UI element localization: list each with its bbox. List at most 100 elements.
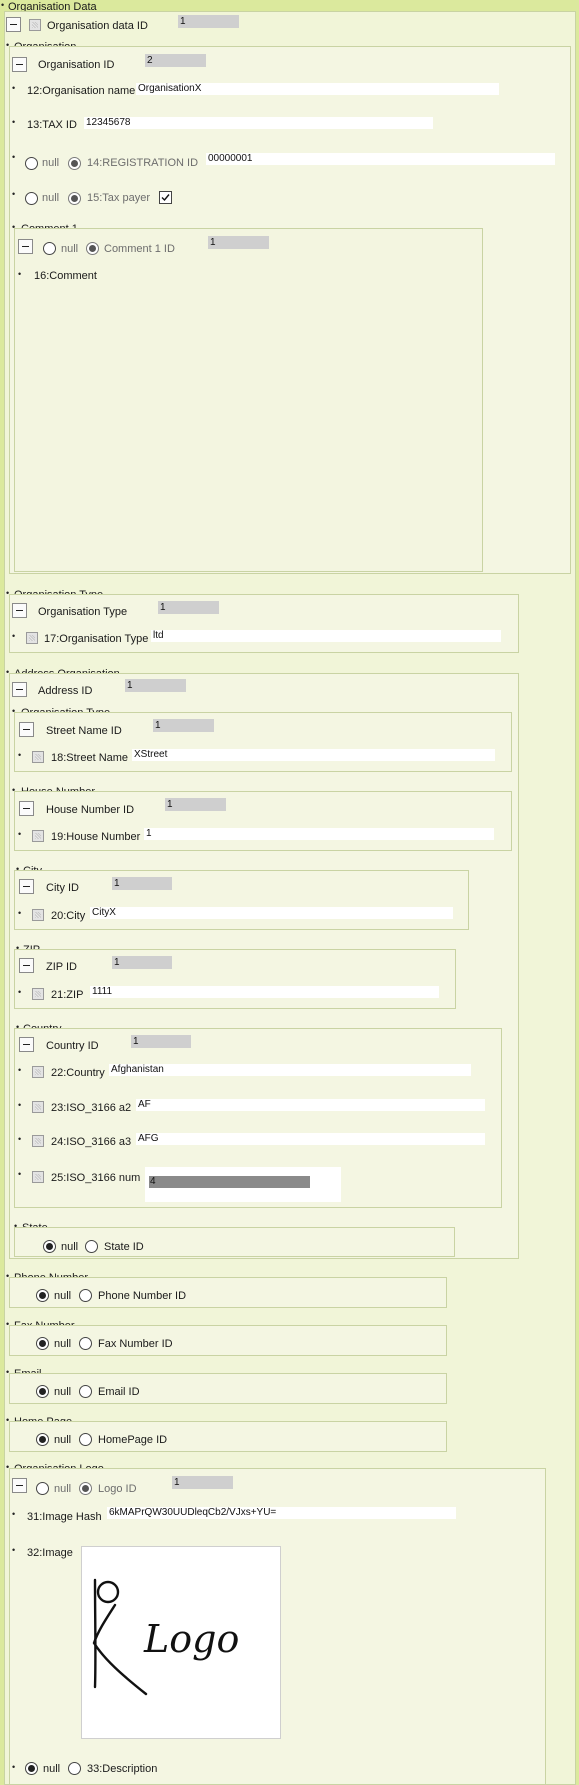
house-id-field[interactable]: 1	[165, 798, 226, 811]
street-id-field[interactable]: 1	[153, 719, 214, 732]
tax-id-field[interactable]: 12345678	[84, 117, 433, 129]
phone-id-radio[interactable]	[79, 1289, 92, 1302]
logo-id-field[interactable]: 1	[172, 1476, 233, 1489]
root-id-label: Organisation data ID	[47, 20, 148, 32]
org-type-id-field[interactable]: 1	[158, 601, 219, 614]
homepage-id-radio[interactable]	[79, 1433, 92, 1446]
state-null-label: null	[61, 1241, 79, 1253]
image-hash-field[interactable]: 6kMAPrQW30UUDleqCb2/VJxs+YU=	[107, 1507, 456, 1519]
bullet: •	[18, 1065, 22, 1075]
city-id-field[interactable]: 1	[112, 877, 172, 890]
house-number-field[interactable]: 1	[144, 828, 494, 840]
iso-a2-field[interactable]: AF	[136, 1099, 485, 1111]
email-null-label: null	[54, 1386, 72, 1398]
logo-id-radio[interactable]	[79, 1482, 92, 1495]
comment-id-radio[interactable]	[86, 242, 99, 255]
state-null-radio[interactable]	[43, 1240, 56, 1253]
logo-text: Logo	[143, 1617, 239, 1661]
phone-null-label: null	[54, 1290, 72, 1302]
zip-id-field[interactable]: 1	[112, 956, 172, 969]
collapse-logo-button[interactable]	[12, 1478, 27, 1493]
homepage-id-label: HomePage ID	[98, 1434, 168, 1446]
iso-a3-field[interactable]: AFG	[136, 1133, 485, 1145]
collapse-city-button[interactable]	[19, 879, 34, 894]
iso-num-field[interactable]: 4	[149, 1176, 310, 1188]
country-name-field[interactable]: Afghanistan	[109, 1064, 471, 1076]
collapse-house-button[interactable]	[19, 801, 34, 816]
comment-text-label: 16:Comment	[34, 270, 97, 282]
bullet: •	[18, 269, 22, 279]
logo-image[interactable]: Logo	[81, 1546, 281, 1739]
street-name-field[interactable]: XStreet	[132, 749, 495, 761]
collapse-org-type-button[interactable]	[12, 603, 27, 618]
address-id-label: Address ID	[38, 685, 93, 697]
image-hash-label: 31:Image Hash	[27, 1511, 102, 1523]
logo-id-label: Logo ID	[98, 1483, 137, 1495]
taxpayer-null-label: null	[42, 192, 60, 204]
desc-radio[interactable]	[68, 1762, 81, 1775]
reg-id-field[interactable]: 00000001	[206, 153, 555, 165]
taxpayer-value-radio[interactable]	[68, 192, 81, 205]
comment-id-field[interactable]: 1	[208, 236, 269, 249]
collapse-country-button[interactable]	[19, 1037, 34, 1052]
collapse-street-button[interactable]	[19, 722, 34, 737]
collapse-address-button[interactable]	[12, 682, 27, 697]
null-checkbox-icon	[32, 1066, 44, 1078]
bullet: •	[12, 1545, 16, 1555]
fax-id-radio[interactable]	[79, 1337, 92, 1350]
comment-id-label: Comment 1 ID	[104, 243, 175, 255]
taxpayer-checkbox[interactable]	[159, 191, 172, 204]
email-id-label: Email ID	[98, 1386, 140, 1398]
desc-label: 33:Description	[87, 1763, 158, 1775]
fax-null-radio[interactable]	[36, 1337, 49, 1350]
homepage-group	[9, 1421, 447, 1452]
reg-null-radio[interactable]	[25, 157, 38, 170]
zip-code-label: 21:ZIP	[51, 989, 84, 1001]
organisation-id-field[interactable]: 2	[145, 54, 206, 67]
bullet: •	[12, 152, 16, 162]
city-name-field[interactable]: CityX	[90, 907, 453, 919]
null-checkbox-icon	[32, 1171, 44, 1183]
null-checkbox-icon	[32, 909, 44, 921]
collapse-root-button[interactable]	[6, 17, 21, 32]
email-group	[9, 1373, 447, 1404]
desc-null-radio[interactable]	[25, 1762, 38, 1775]
state-id-radio[interactable]	[85, 1240, 98, 1253]
fax-null-label: null	[54, 1338, 72, 1350]
homepage-null-radio[interactable]	[36, 1433, 49, 1446]
email-id-radio[interactable]	[79, 1385, 92, 1398]
bullet: •	[12, 631, 16, 641]
country-id-field[interactable]: 1	[131, 1035, 191, 1048]
logo-null-radio[interactable]	[36, 1482, 49, 1495]
street-id-label: Street Name ID	[46, 725, 122, 737]
house-number-label: 19:House Number	[51, 831, 141, 843]
collapse-organisation-button[interactable]	[12, 57, 27, 72]
collapse-zip-button[interactable]	[19, 958, 34, 973]
email-null-radio[interactable]	[36, 1385, 49, 1398]
taxpayer-null-radio[interactable]	[25, 192, 38, 205]
bullet: •	[18, 987, 22, 997]
city-id-label: City ID	[46, 882, 79, 894]
house-id-label: House Number ID	[46, 804, 135, 816]
bullet: •	[18, 1134, 22, 1144]
zip-id-label: ZIP ID	[46, 961, 77, 973]
address-id-field[interactable]: 1	[125, 679, 186, 692]
org-name-field[interactable]: OrganisationX	[136, 83, 499, 95]
bullet: •	[12, 189, 16, 199]
bullet: •	[12, 83, 16, 93]
org-type-value-label: 17:Organisation Type	[44, 633, 149, 645]
reg-id-radio[interactable]	[68, 157, 81, 170]
logo-drawing-icon: Logo	[92, 1578, 239, 1696]
collapse-comment-button[interactable]	[18, 239, 33, 254]
reg-null-label: null	[42, 157, 60, 169]
phone-null-radio[interactable]	[36, 1289, 49, 1302]
homepage-null-label: null	[54, 1434, 72, 1446]
org-type-value-field[interactable]: ltd	[151, 630, 501, 642]
country-id-label: Country ID	[46, 1040, 99, 1052]
bullet: •	[18, 750, 22, 760]
zip-code-field[interactable]: 1111	[90, 986, 439, 998]
root-id-field[interactable]: 1	[178, 15, 239, 28]
phone-group	[9, 1277, 447, 1308]
null-checkbox-icon	[32, 1135, 44, 1147]
comment-null-radio[interactable]	[43, 242, 56, 255]
